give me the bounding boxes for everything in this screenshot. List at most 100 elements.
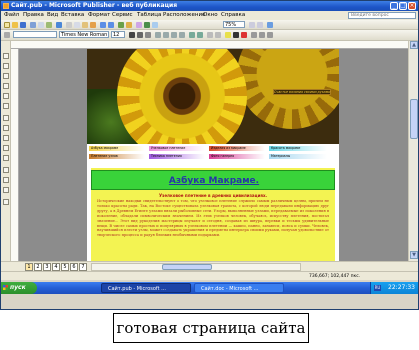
increase-indent-icon[interactable]	[215, 32, 221, 38]
wordart-icon[interactable]	[3, 83, 9, 89]
print-preview-icon[interactable]	[46, 22, 52, 28]
page-tab-3[interactable]: 3	[43, 263, 51, 271]
menu-window[interactable]: Окно	[203, 11, 218, 20]
decrease-indent-icon[interactable]	[207, 32, 213, 38]
nav-button-krasota[interactable]: Красота макраме	[269, 146, 327, 151]
clipart-icon[interactable]	[3, 103, 9, 109]
columns-icon[interactable]	[136, 22, 142, 28]
arrow-icon[interactable]	[3, 125, 9, 131]
undo-icon[interactable]	[100, 22, 106, 28]
style-select[interactable]	[13, 31, 57, 38]
web-preview-icon[interactable]	[152, 22, 158, 28]
nav-button-foto[interactable]: Фото галерея	[209, 154, 265, 159]
article-text[interactable]: Исторические находки свидетельствуют о т…	[97, 199, 329, 259]
menu-edit[interactable]: Правка	[23, 11, 44, 20]
select-icon[interactable]	[3, 53, 9, 59]
zoom-in-icon[interactable]	[257, 22, 263, 28]
save-icon[interactable]	[20, 22, 26, 28]
send-to-back-icon[interactable]	[126, 22, 132, 28]
start-button[interactable]: пуск	[1, 282, 37, 294]
cut-icon[interactable]	[66, 22, 72, 28]
align-center-icon[interactable]	[163, 32, 169, 38]
styles-icon[interactable]	[4, 32, 10, 38]
horizontal-scrollbar[interactable]	[91, 263, 301, 271]
font-select[interactable]: Times New Roman	[59, 31, 109, 38]
minimize-button[interactable]: _	[390, 2, 398, 10]
menu-arrange[interactable]: Расположение	[163, 11, 205, 20]
font-color-icon[interactable]	[241, 32, 247, 38]
taskbar-item-word[interactable]: Сайт.doc - Microsoft ...	[194, 283, 284, 293]
format-painter-icon[interactable]	[90, 22, 96, 28]
hotspot-icon[interactable]	[3, 167, 9, 173]
nav-button-pletenie[interactable]: Плетение узлов	[89, 154, 145, 159]
line-icon[interactable]	[3, 115, 9, 121]
numbering-icon[interactable]	[189, 32, 195, 38]
vertical-scrollbar[interactable]: ▲ ▼	[408, 41, 418, 261]
open-icon[interactable]	[12, 22, 18, 28]
nav-button-azbuka[interactable]: Азбука макраме	[89, 146, 145, 151]
line-color-icon[interactable]	[233, 32, 239, 38]
scroll-up-arrow-icon[interactable]: ▲	[410, 41, 418, 49]
hyperlink-icon[interactable]	[144, 22, 150, 28]
arrow-style-icon[interactable]	[267, 32, 273, 38]
picture-icon[interactable]	[3, 93, 9, 99]
banner-caption[interactable]: Счастье вязания своими руками	[273, 89, 331, 95]
align-right-icon[interactable]	[171, 32, 177, 38]
maximize-button[interactable]: □	[399, 2, 407, 10]
menu-table[interactable]: Таблица	[137, 11, 161, 20]
nav-button-materialy[interactable]: Материалы	[269, 154, 327, 159]
redo-icon[interactable]	[108, 22, 114, 28]
help-icon[interactable]	[267, 22, 273, 28]
page-tab-2[interactable]: 2	[34, 263, 42, 271]
web-page-preview[interactable]: Счастье вязания своими руками Азбука мак…	[87, 49, 339, 261]
page-tab-7[interactable]: 7	[79, 263, 87, 271]
new-icon[interactable]	[4, 22, 10, 28]
form-control-icon[interactable]	[3, 177, 9, 183]
line-style-icon[interactable]	[251, 32, 257, 38]
fill-color-icon[interactable]	[225, 32, 231, 38]
table-icon[interactable]	[3, 73, 9, 79]
html-fragment-icon[interactable]	[3, 187, 9, 193]
menu-insert[interactable]: Вставка	[61, 11, 84, 20]
help-question-input[interactable]: Введите вопрос	[348, 12, 416, 19]
search-icon[interactable]	[30, 22, 36, 28]
language-indicator[interactable]: RU	[374, 285, 381, 291]
spelling-icon[interactable]	[56, 22, 62, 28]
page-tab-4[interactable]: 4	[52, 263, 60, 271]
paste-icon[interactable]	[82, 22, 88, 28]
design-gallery-icon[interactable]	[3, 199, 9, 205]
text-box-icon[interactable]	[3, 63, 9, 69]
zoom-out-icon[interactable]	[249, 22, 255, 28]
bullets-icon[interactable]	[197, 32, 203, 38]
menu-format[interactable]: Формат	[88, 11, 110, 20]
page-heading[interactable]: Азбука Макраме.	[92, 176, 336, 186]
close-button[interactable]: ×	[408, 2, 416, 10]
nav-button-tehnika[interactable]: Техника плетения	[149, 154, 205, 159]
nav-button-uzelkovoe[interactable]: Узелковое плетение	[149, 146, 205, 151]
page-tab-1[interactable]: 1	[25, 263, 33, 271]
vertical-scroll-thumb[interactable]	[410, 99, 418, 139]
print-icon[interactable]	[38, 22, 44, 28]
menu-view[interactable]: Вид	[47, 11, 58, 20]
font-size-select[interactable]: 12	[111, 31, 125, 38]
rectangle-icon[interactable]	[3, 145, 9, 151]
nav-button-izdeliya[interactable]: Изделия из макраме	[209, 146, 265, 151]
menu-tools[interactable]: Сервис	[112, 11, 133, 20]
dash-style-icon[interactable]	[259, 32, 265, 38]
bold-icon[interactable]	[129, 32, 135, 38]
horizontal-scroll-thumb[interactable]	[162, 264, 212, 270]
scroll-down-arrow-icon[interactable]: ▼	[410, 251, 418, 259]
autoshapes-icon[interactable]	[3, 155, 9, 161]
horizontal-ruler[interactable]	[11, 41, 408, 49]
align-left-icon[interactable]	[155, 32, 161, 38]
menu-file[interactable]: Файл	[4, 11, 19, 20]
taskbar-item-publisher[interactable]: Сайт.pub - Microsoft ...	[101, 283, 191, 293]
page-tab-5[interactable]: 5	[61, 263, 69, 271]
page-tab-6[interactable]: 6	[70, 263, 78, 271]
copy-icon[interactable]	[74, 22, 80, 28]
menu-help[interactable]: Справка	[221, 11, 245, 20]
underline-icon[interactable]	[145, 32, 151, 38]
zoom-select[interactable]: 75%	[223, 21, 245, 28]
vertical-ruler[interactable]	[11, 49, 19, 261]
oval-icon[interactable]	[3, 135, 9, 141]
